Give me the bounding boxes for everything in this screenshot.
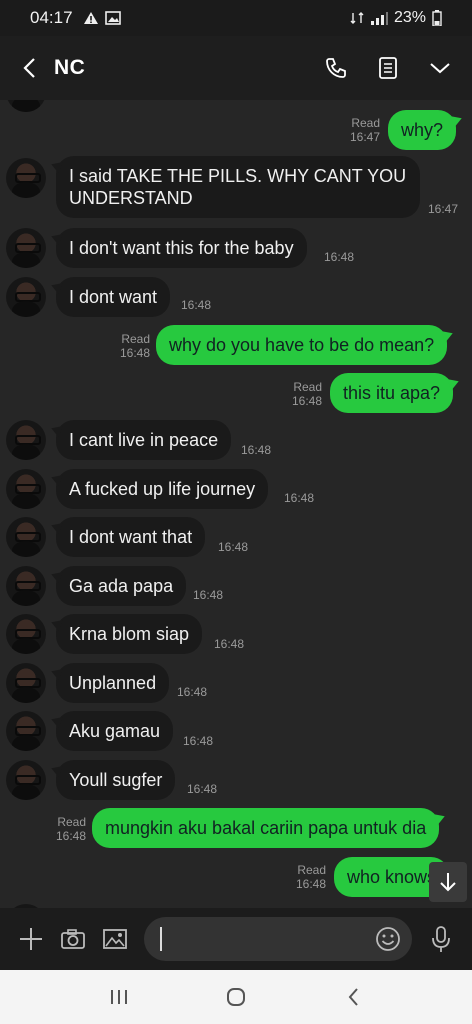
status-bar: 04:17 23% (0, 0, 472, 36)
phone-icon (326, 58, 346, 78)
gallery-button[interactable] (100, 924, 130, 954)
image-icon (104, 11, 121, 25)
avatar[interactable] (6, 158, 46, 198)
system-back-button[interactable] (338, 982, 368, 1012)
menu-dropdown-button[interactable] (426, 54, 454, 82)
battery-percent: 23% (393, 9, 426, 26)
voice-button[interactable] (426, 924, 456, 954)
message-time: 16:48 (291, 394, 322, 408)
status-time: 04:17 (30, 8, 73, 27)
call-button[interactable] (322, 54, 350, 82)
message-time: 16:48 (214, 637, 245, 651)
message-time: 16:47 (349, 130, 380, 144)
message-bubble[interactable]: Aku gamau (56, 711, 174, 751)
message-meta: Read 16:48 (40, 815, 86, 843)
message-bubble[interactable]: I said TAKE THE PILLS. WHY CANT YOU UNDE… (56, 156, 420, 218)
message-bubble[interactable]: this itu apa? (330, 373, 454, 413)
add-button[interactable] (16, 924, 46, 954)
image-icon (103, 929, 127, 949)
message-meta: Read 16:47 (336, 116, 380, 144)
network-icon (350, 12, 364, 24)
avatar[interactable] (6, 420, 46, 460)
avatar[interactable] (6, 711, 46, 751)
message-bubble[interactable]: I cant live in peace (56, 420, 232, 460)
message-time: 16:48 (181, 298, 212, 312)
avatar[interactable] (6, 517, 46, 557)
message-bubble[interactable]: Krna blom siap (56, 614, 203, 654)
message-time: 16:48 (187, 782, 218, 796)
chevron-left-icon (348, 988, 359, 1006)
home-button[interactable] (221, 982, 251, 1012)
message-time: 16:48 (324, 250, 355, 264)
avatar[interactable] (6, 760, 46, 800)
home-icon (226, 988, 245, 1006)
status-right: 23% (350, 9, 442, 27)
scroll-to-bottom-button[interactable] (429, 862, 467, 902)
chat-header: NC (0, 36, 472, 100)
text-cursor (160, 927, 162, 951)
message-composer (0, 908, 472, 970)
chat-messages[interactable]: Read 16:47 why? I said TAKE THE PILLS. W… (0, 100, 472, 908)
avatar[interactable] (6, 228, 46, 268)
plus-icon (20, 928, 42, 950)
message-bubble[interactable]: mungkin aku bakal cariin papa untuk dia (92, 808, 440, 848)
chevron-left-icon (23, 58, 35, 78)
message-bubble[interactable]: why do you have to be do mean? (156, 325, 448, 365)
system-navigation-bar (0, 970, 472, 1024)
message-time: 16:48 (295, 877, 326, 891)
arrow-down-icon (440, 873, 456, 892)
avatar[interactable] (6, 100, 46, 112)
read-receipt: Read (57, 815, 86, 829)
read-receipt: Read (293, 380, 322, 394)
recent-apps-button[interactable] (104, 982, 134, 1012)
read-receipt: Read (297, 863, 326, 877)
message-bubble[interactable]: A fucked up life journey (56, 469, 269, 509)
message-bubble[interactable]: I dont want that (56, 517, 206, 557)
avatar[interactable] (6, 614, 46, 654)
message-meta: Read 16:48 (276, 380, 322, 408)
header-actions (322, 54, 458, 82)
warning-icon (83, 12, 98, 24)
camera-button[interactable] (58, 924, 88, 954)
message-bubble[interactable]: I don't want this for the baby (56, 228, 307, 268)
message-time: 16:48 (119, 346, 150, 360)
message-time: 16:48 (55, 829, 86, 843)
avatar[interactable] (6, 663, 46, 703)
message-bubble[interactable]: Unplanned (56, 663, 170, 703)
chevron-down-icon (430, 63, 450, 74)
read-receipt: Read (121, 332, 150, 346)
message-time: 16:47 (428, 202, 459, 216)
notes-icon (379, 57, 397, 79)
signal-icon (370, 12, 388, 25)
read-receipt: Read (351, 116, 380, 130)
message-bubble[interactable]: why? (388, 110, 457, 150)
message-time: 16:48 (177, 685, 208, 699)
emoji-icon[interactable] (374, 925, 402, 953)
status-notification-icons (83, 11, 121, 25)
message-meta: Read 16:48 (104, 332, 150, 360)
message-time: 16:48 (183, 734, 214, 748)
message-input[interactable] (144, 917, 412, 961)
chat-title: NC (54, 56, 86, 79)
camera-icon (61, 929, 85, 949)
message-time: 16:48 (241, 443, 272, 457)
message-meta: Read 16:48 (280, 863, 326, 891)
message-bubble[interactable]: Youll sugfer (56, 760, 176, 800)
message-time: 16:48 (193, 588, 224, 602)
microphone-icon (432, 926, 450, 952)
message-bubble[interactable]: I dont want (56, 277, 171, 317)
back-button[interactable] (14, 48, 44, 88)
message-bubble[interactable]: Ga ada papa (56, 566, 187, 606)
avatar[interactable] (6, 277, 46, 317)
recent-apps-icon (110, 990, 127, 1004)
message-time: 16:48 (218, 540, 249, 554)
battery-icon (432, 10, 442, 26)
avatar[interactable] (6, 469, 46, 509)
message-time: 16:48 (284, 491, 315, 505)
notes-button[interactable] (374, 54, 402, 82)
avatar[interactable] (6, 566, 46, 606)
